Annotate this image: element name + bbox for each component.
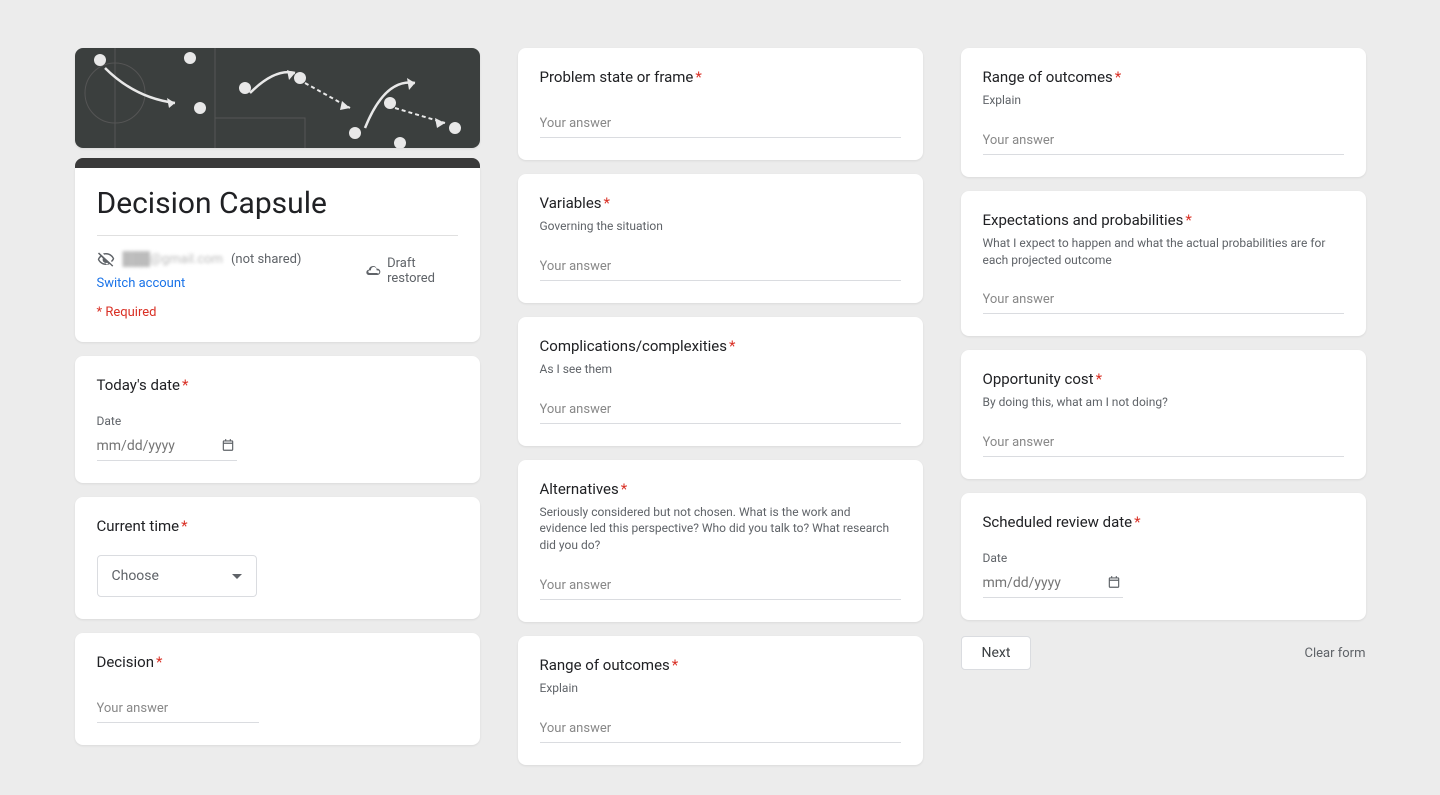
date-sublabel: Date xyxy=(983,551,1344,565)
required-star: * xyxy=(604,194,610,212)
tactics-graphic-icon xyxy=(75,48,480,148)
required-star: * xyxy=(1115,68,1121,86)
form-title: Decision Capsule xyxy=(97,186,458,221)
required-star: * xyxy=(1185,211,1191,229)
next-button[interactable]: Next xyxy=(961,636,1032,670)
form-header-card: Decision Capsule ███@gmail.com (not shar… xyxy=(75,162,480,342)
question-title: Opportunity cost* xyxy=(983,370,1344,388)
question-title: Scheduled review date* xyxy=(983,513,1344,531)
question-subtext: As I see them xyxy=(540,361,901,378)
form-header-image xyxy=(75,48,480,148)
required-star: * xyxy=(621,480,627,498)
question-title: Variables* xyxy=(540,194,901,212)
question-decision: Decision* xyxy=(75,633,480,745)
calendar-icon xyxy=(1107,575,1121,589)
required-star: * xyxy=(181,517,187,535)
decision-input[interactable] xyxy=(97,695,259,723)
form-columns: Decision Capsule ███@gmail.com (not shar… xyxy=(0,48,1440,765)
review-date-input[interactable] xyxy=(983,569,1123,598)
problem-state-input[interactable] xyxy=(540,110,901,138)
question-review-date: Scheduled review date* Date xyxy=(961,493,1366,620)
question-current-time: Current time* Choose xyxy=(75,497,480,619)
required-star: * xyxy=(1096,370,1102,388)
column-1: Decision Capsule ███@gmail.com (not shar… xyxy=(75,48,480,745)
required-star: * xyxy=(695,68,701,86)
question-title: Complications/complexities* xyxy=(540,337,901,355)
range2-input[interactable] xyxy=(983,127,1344,155)
question-title: Expectations and probabilities* xyxy=(983,211,1344,229)
variables-input[interactable] xyxy=(540,253,901,281)
todays-date-input[interactable] xyxy=(97,432,237,461)
question-subtext: Explain xyxy=(540,680,901,697)
question-subtext: What I expect to happen and what the act… xyxy=(983,235,1344,269)
question-complications: Complications/complexities* As I see the… xyxy=(518,317,923,446)
column-3: Range of outcomes* Explain Expectations … xyxy=(961,48,1366,670)
required-star: * xyxy=(156,653,162,671)
question-expectations: Expectations and probabilities* What I e… xyxy=(961,191,1366,337)
chevron-down-icon xyxy=(232,574,242,579)
question-subtext: Seriously considered but not chosen. Wha… xyxy=(540,504,901,554)
current-time-dropdown[interactable]: Choose xyxy=(97,555,257,597)
required-note: * Required xyxy=(97,305,458,320)
question-subtext: By doing this, what am I not doing? xyxy=(983,394,1344,411)
required-star: * xyxy=(672,656,678,674)
question-title: Decision* xyxy=(97,653,458,671)
expectations-input[interactable] xyxy=(983,286,1344,314)
alternatives-input[interactable] xyxy=(540,572,901,600)
draft-status: Draft restored xyxy=(365,256,457,286)
range1-input[interactable] xyxy=(540,715,901,743)
required-star: * xyxy=(182,376,188,394)
column-2: Problem state or frame* Variables* Gover… xyxy=(518,48,923,765)
question-todays-date: Today's date* Date xyxy=(75,356,480,483)
account-info: ███@gmail.com (not shared) Switch accoun… xyxy=(97,250,366,291)
question-title: Range of outcomes* xyxy=(540,656,901,674)
question-title: Alternatives* xyxy=(540,480,901,498)
question-title: Today's date* xyxy=(97,376,458,394)
calendar-icon xyxy=(221,438,235,452)
draft-restored-label: Draft restored xyxy=(387,256,457,286)
form-footer: Next Clear form xyxy=(961,636,1366,670)
visibility-off-icon xyxy=(97,250,115,268)
required-star: * xyxy=(1134,513,1140,531)
clear-form-link[interactable]: Clear form xyxy=(1305,646,1366,661)
switch-account-link[interactable]: Switch account xyxy=(97,276,186,291)
not-shared-label: (not shared) xyxy=(231,252,302,267)
account-email: ███@gmail.com xyxy=(123,251,223,267)
date-sublabel: Date xyxy=(97,414,458,428)
question-title: Range of outcomes* xyxy=(983,68,1344,86)
question-alternatives: Alternatives* Seriously considered but n… xyxy=(518,460,923,622)
dropdown-value: Choose xyxy=(112,568,159,584)
complications-input[interactable] xyxy=(540,396,901,424)
question-subtext: Explain xyxy=(983,92,1344,109)
question-subtext: Governing the situation xyxy=(540,218,901,235)
question-title: Problem state or frame* xyxy=(540,68,901,86)
question-title: Current time* xyxy=(97,517,458,535)
question-problem-state: Problem state or frame* xyxy=(518,48,923,160)
required-star: * xyxy=(729,337,735,355)
question-range-outcomes-1: Range of outcomes* Explain xyxy=(518,636,923,765)
account-row: ███@gmail.com (not shared) Switch accoun… xyxy=(97,235,458,291)
opportunity-input[interactable] xyxy=(983,429,1344,457)
question-range-outcomes-2: Range of outcomes* Explain xyxy=(961,48,1366,177)
cloud-icon xyxy=(365,262,381,280)
question-opportunity-cost: Opportunity cost* By doing this, what am… xyxy=(961,350,1366,479)
question-variables: Variables* Governing the situation xyxy=(518,174,923,303)
